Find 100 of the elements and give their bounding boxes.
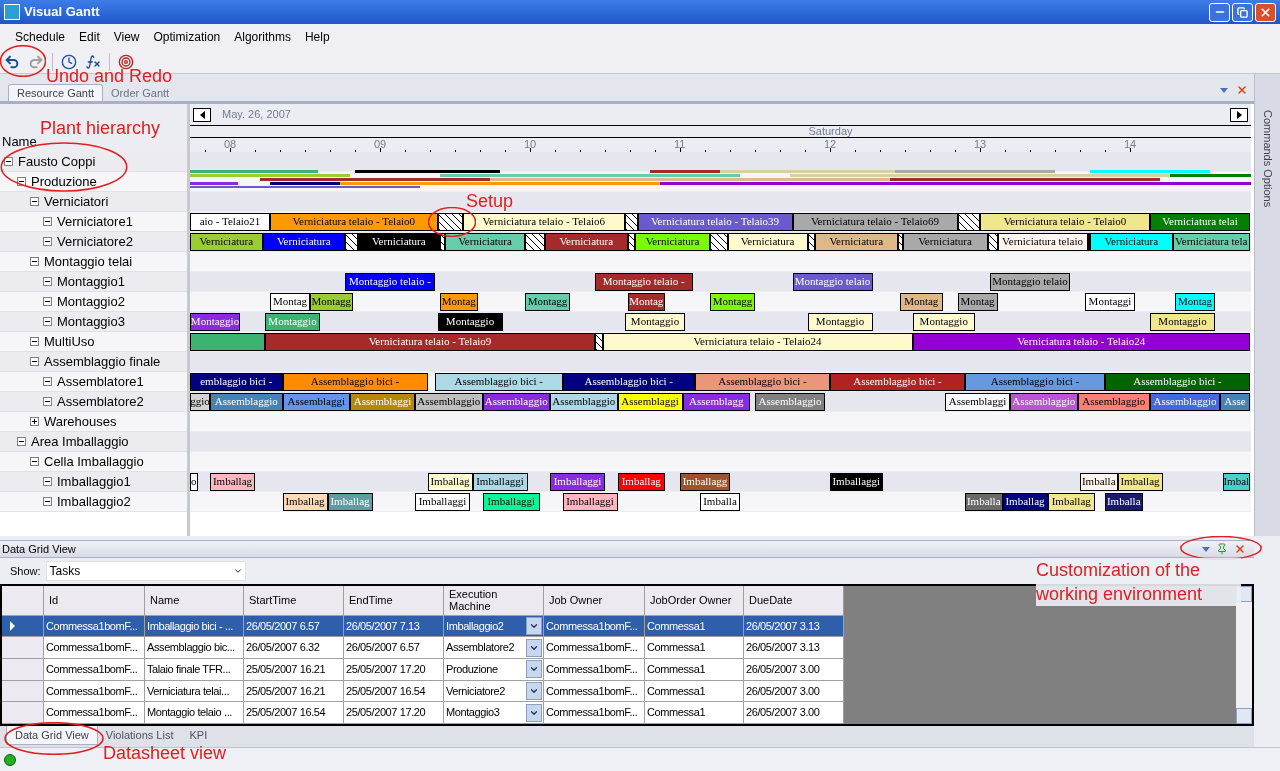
task-bar[interactable]: Montag <box>270 293 310 311</box>
dropdown-button[interactable] <box>526 638 542 657</box>
task-bar[interactable]: Montaggio telaio <box>990 273 1070 291</box>
task-bar[interactable]: Assemblaggio bici - <box>562 373 695 391</box>
task-bar[interactable]: Imballaggi <box>415 493 470 511</box>
task-bar[interactable]: Montag <box>627 293 665 311</box>
task-bar[interactable]: Montaggi <box>1085 293 1135 311</box>
task-bar[interactable]: Verniciatura tela <box>1172 233 1250 251</box>
show-combobox[interactable]: Tasks <box>45 561 246 581</box>
menu-item[interactable]: View <box>106 28 147 46</box>
task-bar[interactable]: Assemblaggio <box>1077 393 1150 411</box>
tree-row[interactable]: Montaggio telai <box>0 252 187 272</box>
panel-tab[interactable]: Violations List <box>97 726 182 745</box>
menu-item[interactable]: Optimization <box>146 28 228 46</box>
task-bar[interactable]: aio - Telaio21 <box>190 213 270 231</box>
tree-row[interactable]: Assemblaggio finale <box>0 352 187 372</box>
task-bar[interactable]: Imballa <box>1080 473 1118 491</box>
task-bar[interactable]: Assemblaggio bici - <box>965 373 1105 391</box>
dropdown-icon[interactable] <box>1220 87 1228 93</box>
task-bar[interactable]: Imballaggi <box>830 473 883 491</box>
collapse-icon[interactable] <box>43 477 52 486</box>
previous-button[interactable] <box>193 107 211 122</box>
collapse-icon[interactable] <box>43 217 52 226</box>
tree-row[interactable]: Imballaggio1 <box>0 472 187 492</box>
column-header[interactable]: StartTime <box>244 586 344 615</box>
dropdown-button[interactable] <box>526 616 542 635</box>
task-bar[interactable]: Imballaggi <box>472 473 528 491</box>
task-bar[interactable]: Imballa <box>700 493 740 511</box>
task-bar[interactable]: Assemblaggio <box>755 393 825 411</box>
task-bar[interactable]: Montag <box>440 293 478 311</box>
task-bar[interactable]: Verniciatura <box>815 233 898 251</box>
collapse-icon[interactable] <box>43 277 52 286</box>
task-bar[interactable]: Imballaggi <box>562 493 618 511</box>
task-bar[interactable]: Verniciatura telaio - Telaio39 <box>637 213 793 231</box>
menu-item[interactable]: Schedule <box>8 28 73 46</box>
task-bar[interactable]: Assemblaggi <box>282 393 350 411</box>
task-bar[interactable]: Imballaggi <box>550 473 605 491</box>
task-bar[interactable]: Montaggio <box>1150 313 1215 331</box>
task-bar[interactable]: emblaggio bici - <box>190 373 283 391</box>
task-bar[interactable]: Montaggio telaio <box>792 273 873 291</box>
menu-item[interactable]: Algorithms <box>227 28 298 46</box>
side-panel-tab[interactable]: Commands Options <box>1259 110 1276 210</box>
column-header[interactable]: EndTime <box>344 586 444 615</box>
collapse-icon[interactable] <box>30 357 39 366</box>
task-bar[interactable]: Assemblaggio bici - <box>1105 373 1250 391</box>
task-bar[interactable]: Montaggio <box>807 313 873 331</box>
task-bar[interactable]: Verniciatura <box>545 233 628 251</box>
task-bar[interactable]: Verniciatura telaio - Telaio0 <box>270 213 438 231</box>
task-bar[interactable]: Assemblaggi <box>945 393 1010 411</box>
task-bar[interactable]: Verniciatura <box>1090 233 1173 251</box>
tree-item-label[interactable]: Assemblatore1 <box>57 371 144 392</box>
collapse-icon[interactable] <box>43 297 52 306</box>
task-bar[interactable]: Verniciatura <box>262 233 345 251</box>
column-header[interactable]: Id <box>44 586 145 615</box>
column-header[interactable]: Execution Machine <box>444 586 544 615</box>
task-bar[interactable]: Imballag <box>1117 473 1163 491</box>
tree-row[interactable]: Verniciatori <box>0 192 187 212</box>
task-bar[interactable] <box>190 333 265 351</box>
tree-row[interactable]: Verniciatore2 <box>0 232 187 252</box>
task-bar[interactable]: Imballagg <box>680 473 730 491</box>
menu-item[interactable]: Help <box>297 28 337 46</box>
task-bar[interactable]: Assemblaggio bici - <box>830 373 965 391</box>
task-bar[interactable]: Verniciatura telaio - Telaio9 <box>265 333 595 351</box>
tree-item-label[interactable]: Assemblaggio finale <box>44 351 161 372</box>
task-bar[interactable]: Assemblagg <box>682 393 750 411</box>
task-bar[interactable]: Imballaggi <box>482 493 540 511</box>
collapse-icon[interactable] <box>43 317 52 326</box>
collapse-icon[interactable] <box>30 257 39 266</box>
task-bar[interactable]: Montaggio <box>912 313 975 331</box>
column-header[interactable]: JobOrder Owner <box>645 586 744 615</box>
collapse-icon[interactable] <box>30 197 39 206</box>
tree-row[interactable]: Warehouses <box>0 412 187 432</box>
tree-item-label[interactable]: Fausto Coppi <box>18 151 96 172</box>
task-bar[interactable]: Montag <box>1175 293 1215 311</box>
pin-icon[interactable] <box>1216 543 1228 555</box>
next-button[interactable] <box>1230 107 1248 122</box>
task-bar[interactable]: Imballag <box>1047 493 1095 511</box>
dropdown-button[interactable] <box>526 703 542 722</box>
task-bar[interactable]: Verniciatura telaio <box>997 233 1088 251</box>
collapse-icon[interactable] <box>30 337 39 346</box>
task-bar[interactable]: Verniciatura <box>357 233 440 251</box>
task-bar[interactable]: Assemblaggio <box>210 393 283 411</box>
document-tab[interactable]: Resource Gantt <box>8 84 104 101</box>
collapse-icon[interactable] <box>43 377 52 386</box>
task-bar[interactable]: Montagg <box>710 293 755 311</box>
tree-item-label[interactable]: Montaggio telai <box>44 251 133 272</box>
task-bar[interactable]: Montaggio telaio - <box>595 273 693 291</box>
task-bar[interactable]: Imballag <box>282 493 328 511</box>
task-bar[interactable]: Verniciatura <box>727 233 808 251</box>
minimize-button[interactable] <box>1209 2 1230 22</box>
task-bar[interactable]: Verniciatura <box>635 233 710 251</box>
task-bar[interactable]: Verniciatura <box>190 233 263 251</box>
column-header[interactable]: DueDate <box>744 586 844 615</box>
tree-item-label[interactable]: Verniciatori <box>44 191 109 212</box>
collapse-icon[interactable] <box>17 177 26 186</box>
close-icon[interactable] <box>1234 543 1246 555</box>
task-bar[interactable]: Assemblaggio bici - <box>282 373 428 391</box>
collapse-icon[interactable] <box>30 457 39 466</box>
task-bar[interactable]: Montaggio <box>437 313 503 331</box>
tree-item-label[interactable]: Area Imballaggio <box>31 431 129 452</box>
